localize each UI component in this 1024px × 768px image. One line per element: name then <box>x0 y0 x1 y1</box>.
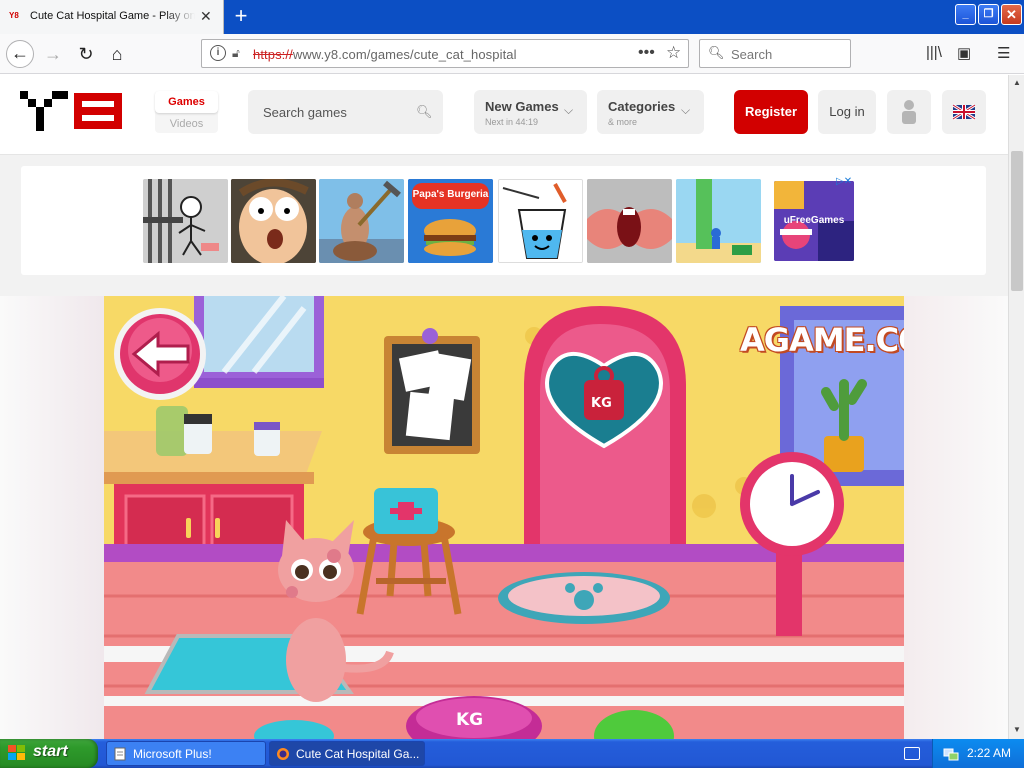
menu-icon[interactable]: ☰ <box>997 44 1010 62</box>
cat-hospital-scene <box>104 296 904 739</box>
games-videos-toggle: Games Videos <box>155 91 218 133</box>
page-scrollbar[interactable]: ▲ ▼ <box>1008 75 1024 739</box>
insecure-lock-icon: 🔓︎ <box>232 46 240 60</box>
chevron-down-icon: ⌵ <box>564 103 574 117</box>
tower-run-art <box>676 179 761 263</box>
search-icon: 🔍︎ <box>708 45 725 60</box>
ad-thumbnail[interactable] <box>498 179 583 263</box>
window-close-icon[interactable]: ✕ <box>1001 4 1022 25</box>
ad-thumbnail[interactable]: Papa's Burgeria <box>408 179 493 263</box>
document-icon <box>114 747 126 761</box>
nav-games[interactable]: Games <box>155 91 218 113</box>
site-info-icon[interactable]: i <box>210 45 226 61</box>
ad-thumbnail[interactable] <box>587 179 672 263</box>
right-backdrop <box>904 296 1008 739</box>
browser-search-placeholder: Search <box>731 47 773 62</box>
scroll-up-icon[interactable]: ▲ <box>1010 75 1024 90</box>
back-arrow-icon[interactable]: ← <box>6 40 34 68</box>
ad-thumbnail[interactable]: uFreeGames <box>774 181 854 261</box>
taskbar-item-firefox[interactable]: Cute Cat Hospital Ga... <box>269 741 425 766</box>
taskbar-item-microsoft-plus[interactable]: Microsoft Plus! <box>106 741 266 766</box>
start-label: start <box>33 743 68 760</box>
user-silhouette-icon <box>902 100 916 124</box>
register-button[interactable]: Register <box>734 90 808 134</box>
search-icon[interactable]: 🔍︎ <box>416 104 433 120</box>
system-clock[interactable]: 2:22 AM <box>967 746 1011 760</box>
home-icon[interactable]: ⌂ <box>103 40 131 68</box>
firefox-icon <box>277 748 289 760</box>
new-games-countdown: Next in 44:19 <box>485 117 539 127</box>
agame-watermark[interactable]: AGAME.COM <box>740 321 904 359</box>
ufreegames-title: uFreeGames <box>783 215 845 226</box>
url-scheme: https:// <box>253 47 293 62</box>
address-bar[interactable]: i 🔓︎ https://www.y8.com/games/cute_cat_h… <box>201 39 689 68</box>
taskbar-item-label: Microsoft Plus! <box>133 747 212 761</box>
ad-thumbnail[interactable] <box>231 179 316 263</box>
categories-dropdown[interactable]: Categories & more ⌵ <box>597 90 704 134</box>
url-text[interactable]: https://www.y8.com/games/cute_cat_hospit… <box>253 47 517 62</box>
y8-logo-icon[interactable] <box>20 91 122 137</box>
library-icon[interactable]: |||\ <box>926 44 942 61</box>
tab-strip: Y8 Cute Cat Hospital Game - Play online … <box>0 0 1024 34</box>
start-button[interactable]: start <box>0 739 98 768</box>
papas-burgeria-title: Papa's Burgeria <box>412 189 489 200</box>
left-backdrop <box>0 296 104 739</box>
categories-label: Categories <box>608 99 676 114</box>
taskbar: start Microsoft Plus! Cute Cat Hospital … <box>0 739 1024 768</box>
nav-videos[interactable]: Videos <box>155 115 218 133</box>
navigation-toolbar: ← → ↻ ⌂ i 🔓︎ https://www.y8.com/games/cu… <box>0 34 1024 74</box>
ad-thumbnail[interactable] <box>143 179 228 263</box>
forward-arrow-icon[interactable]: → <box>39 40 67 68</box>
adchoices-icon[interactable]: ▷✕ <box>836 176 852 187</box>
search-games-placeholder: Search games <box>263 105 347 120</box>
new-games-dropdown[interactable]: New Games Next in 44:19 ⌵ <box>474 90 587 134</box>
tab-title-fade <box>165 6 195 28</box>
search-games-input[interactable]: Search games 🔍︎ <box>248 90 443 134</box>
url-path: www.y8.com/games/cute_cat_hospital <box>292 47 517 62</box>
getting-over-it-art <box>319 179 404 263</box>
page-viewport: Games Videos Search games 🔍︎ New Games N… <box>0 75 1008 739</box>
taskbar-item-label: Cute Cat Hospital Ga... <box>296 747 420 761</box>
prison-escape-art <box>143 179 228 263</box>
scale-kg-label: KG <box>591 396 612 411</box>
reload-icon[interactable]: ↻ <box>72 40 100 68</box>
scroll-down-icon[interactable]: ▼ <box>1010 722 1024 737</box>
tab-close-icon[interactable]: ✕ <box>200 8 212 25</box>
network-icon[interactable] <box>943 746 959 762</box>
weigh-kg-button[interactable]: KG <box>456 710 483 730</box>
game-canvas[interactable]: AGAME.COM KG KG <box>104 296 904 739</box>
restore-icon[interactable]: ❐ <box>978 4 999 25</box>
new-games-label: New Games <box>485 99 559 114</box>
system-tray: 2:22 AM <box>932 739 1024 768</box>
keyboard-icon[interactable] <box>904 747 920 760</box>
profile-button[interactable] <box>887 90 931 134</box>
browser-tab[interactable]: Y8 Cute Cat Hospital Game - Play online … <box>0 0 224 34</box>
y8-favicon-icon: Y8 <box>9 11 19 20</box>
happy-glass-art <box>499 180 582 262</box>
browser-search-field[interactable]: 🔍︎ Search <box>699 39 851 68</box>
categories-sub: & more <box>608 117 638 127</box>
scroll-thumb[interactable] <box>1011 151 1023 291</box>
ad-thumbnail[interactable] <box>319 179 404 263</box>
chevron-down-icon: ⌵ <box>681 103 691 117</box>
uk-flag-icon <box>952 103 976 121</box>
page-actions-icon[interactable]: ••• <box>638 44 655 62</box>
scared-face-art <box>231 179 316 263</box>
new-tab-icon[interactable]: + <box>226 3 256 31</box>
language-button[interactable] <box>942 90 986 134</box>
windows-logo-icon <box>8 745 25 760</box>
ad-thumbnail[interactable] <box>676 179 761 263</box>
site-header: Games Videos Search games 🔍︎ New Games N… <box>0 75 1008 155</box>
open-mouth-art <box>587 179 672 263</box>
bookmark-star-icon[interactable]: ☆ <box>666 43 681 63</box>
sidebar-icon[interactable]: ▣ <box>957 44 971 62</box>
ad-banner: Papa's Burgeria uFreeGames ▷✕ <box>21 166 986 275</box>
minimize-icon[interactable]: _ <box>955 4 976 25</box>
login-button[interactable]: Log in <box>818 90 876 134</box>
